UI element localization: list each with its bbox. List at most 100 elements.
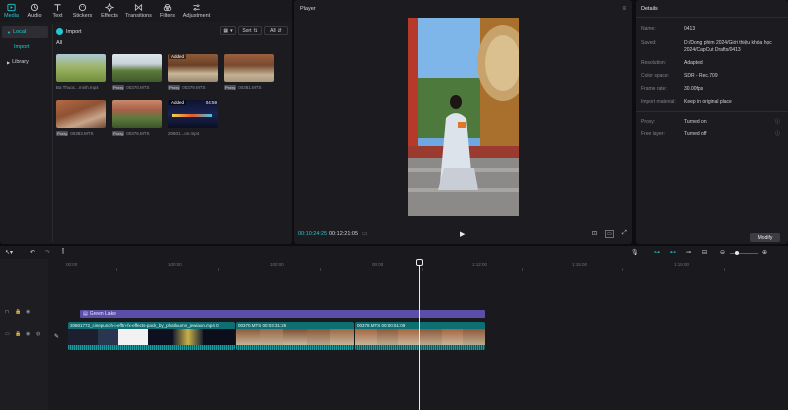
detail-value: Adapted (684, 60, 703, 66)
select-cursor-icon[interactable]: ↖▾ (5, 249, 13, 256)
details-divider (636, 17, 788, 18)
clip-filmstrip (355, 329, 485, 345)
detail-label: Color space: (641, 73, 670, 79)
tab-label: Effects (101, 13, 118, 19)
media-thumbnail[interactable] (112, 54, 162, 82)
detail-value: Turned on (684, 119, 707, 125)
snap-icon[interactable]: ⊷ (670, 249, 676, 256)
playhead-handle[interactable] (416, 259, 423, 266)
fit-screen-icon[interactable]: ⊡ (592, 230, 597, 237)
tab-label: Media (4, 13, 19, 19)
media-item-name: Proxy 00379.MTS (168, 85, 206, 90)
fullscreen-icon[interactable]: ⤢ (622, 230, 627, 237)
audio-icon (30, 3, 39, 12)
sidebar-item-label: Library (12, 59, 29, 65)
eye-icon[interactable]: ◉ (26, 309, 30, 315)
edit-cover-icon[interactable]: ✎ (54, 333, 59, 340)
tab-stickers[interactable]: Stickers (69, 0, 96, 22)
detail-label: Saved: (641, 40, 657, 46)
media-thumbnail[interactable] (56, 100, 106, 128)
microphone-icon[interactable]: 🎙 (631, 249, 639, 256)
media-item-name: 20601...on.mp4 (168, 131, 200, 136)
media-item-name: Proxy 00376.MTS (112, 131, 150, 136)
tab-transitions[interactable]: Transitions (123, 0, 154, 22)
modify-button[interactable]: Modify (750, 233, 780, 242)
tick (622, 268, 623, 271)
info-icon[interactable]: ⓘ (775, 118, 780, 125)
text-clip-icon: ▤ (83, 311, 88, 317)
tab-media[interactable]: Media (0, 0, 23, 22)
lock-track-icon[interactable]: 🔒 (15, 309, 21, 315)
clip-label: 20601772_cinepunch-i-efftn-fx-effects-pa… (70, 323, 219, 328)
filter-all-button[interactable]: All ⇵ (264, 26, 288, 35)
tab-label: Audio (27, 13, 42, 19)
eye-icon[interactable]: ◉ (26, 331, 30, 337)
chain-icon[interactable]: ⊸ (686, 249, 691, 256)
tick-label: 00:00 (372, 262, 384, 267)
media-icon (7, 3, 16, 12)
clip-filmstrip (68, 329, 235, 345)
detail-value: D:/Dong phim 2024/Giới thiệu khóa học 20… (684, 40, 772, 53)
ratio-icon[interactable]: ▭ (605, 230, 614, 238)
info-icon[interactable]: ⓘ (775, 130, 780, 137)
video-preview[interactable] (408, 18, 519, 216)
chevron-down-icon: ▼ (7, 29, 11, 35)
lock-track-icon[interactable]: 🔒 (15, 331, 21, 337)
preview-axis-icon[interactable]: ⊟ (702, 249, 707, 256)
text-icon (54, 4, 61, 11)
media-thumbnail[interactable] (224, 54, 274, 82)
cover-icon[interactable]: ▭ (5, 331, 10, 337)
detail-label: Resolution: (641, 60, 667, 66)
timeline-ruler[interactable]: 00:00 100:00 100:00 00:00 1:12:00 1:15:0… (60, 260, 788, 271)
mute-icon[interactable]: ◍ (36, 331, 40, 337)
media-thumbnail[interactable]: Added (168, 54, 218, 82)
video-clip[interactable]: 20601772_cinepunch-i-efftn-fx-effects-pa… (68, 322, 235, 350)
tab-text[interactable]: Text (46, 0, 69, 22)
zoom-in-icon[interactable]: ⊕ (762, 249, 767, 256)
clip-filmstrip (236, 329, 354, 345)
details-title: Details (641, 6, 658, 12)
media-thumbnail[interactable] (112, 100, 162, 128)
zoom-slider-handle[interactable] (735, 251, 739, 255)
sidebar-item-library[interactable]: ▶ Library (2, 56, 48, 68)
media-item-name: Proxy 00370.MTS (112, 85, 150, 90)
view-toggle[interactable]: ▦ ▾ (220, 26, 236, 35)
video-clip[interactable]: 00370.MTS 00:03:31:25 (236, 322, 354, 350)
import-button[interactable]: Import (56, 26, 82, 37)
clip-label: 00378.MTS 00:00:51:09 (357, 323, 406, 328)
redo-icon[interactable]: ↷ (45, 249, 50, 256)
lock-icon[interactable]: ⊓ (5, 309, 9, 315)
menu-icon[interactable]: ≡ (622, 6, 626, 12)
text-clip[interactable]: ▤ Green Lake (80, 310, 485, 318)
tick (320, 268, 321, 271)
tick (522, 268, 523, 271)
zoom-out-icon[interactable]: ⊖ (720, 249, 725, 256)
link-icon[interactable]: ⊶ (654, 249, 660, 256)
sidebar-item-label: Local (12, 29, 27, 35)
timeline-settings-icon[interactable]: ▭ (362, 230, 368, 237)
proxy-badge: Proxy (224, 85, 237, 90)
effect-preview-stripe (172, 114, 212, 117)
added-badge: Added (169, 54, 187, 59)
media-thumbnail[interactable] (56, 54, 106, 82)
tab-audio[interactable]: Audio (23, 0, 46, 22)
detail-label: Name: (641, 26, 656, 32)
chevron-down-icon: ▾ (230, 27, 233, 34)
duration-label: 04:59 (205, 100, 217, 105)
video-clip[interactable]: 00378.MTS 00:00:51:09 (355, 322, 485, 350)
split-icon[interactable]: ⫿ (62, 249, 64, 256)
tick (422, 268, 423, 271)
tab-adjustment[interactable]: Adjustment (181, 0, 212, 22)
tab-effects[interactable]: Effects (96, 0, 123, 22)
tab-filters[interactable]: Filters (154, 0, 181, 22)
tick (724, 268, 725, 271)
track-header-column: ⊓ 🔒 ◉ ▭ 🔒 ◉ ◍ (0, 259, 48, 410)
media-thumbnail[interactable]: Added 04:59 (168, 100, 218, 128)
effects-icon (105, 3, 114, 12)
sort-button[interactable]: Sort ⇅ (238, 26, 262, 35)
undo-icon[interactable]: ↶ (30, 249, 35, 256)
playhead[interactable] (419, 262, 420, 410)
sidebar-item-import[interactable]: Import (2, 41, 48, 53)
sidebar-item-local[interactable]: ▼ Local (2, 26, 48, 38)
play-icon[interactable]: ▶ (460, 230, 465, 238)
